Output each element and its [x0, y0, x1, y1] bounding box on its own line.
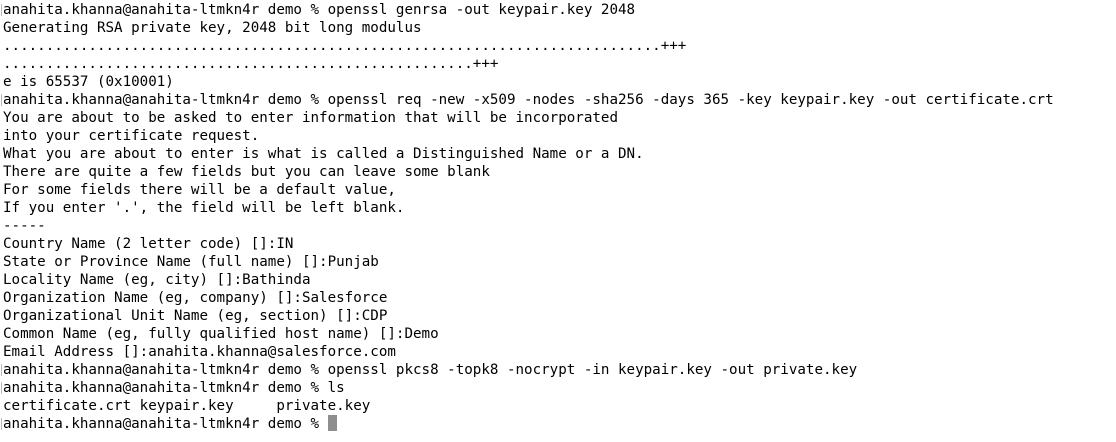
- terminal-output-line: into your certificate request.: [3, 128, 260, 144]
- terminal-output-line: State or Province Name (full name) []:Pu…: [3, 254, 379, 270]
- terminal-command-line: anahita.khanna@anahita-ltmkn4r demo % op…: [1, 1, 1116, 19]
- terminal-output-line: You are about to be asked to enter infor…: [3, 110, 618, 126]
- terminal-output-line: Locality Name (eg, city) []:Bathinda: [3, 272, 311, 288]
- terminal-output-line: Organization Name (eg, company) []:Sales…: [3, 290, 388, 306]
- terminal-command-line: anahita.khanna@anahita-ltmkn4r demo % op…: [1, 361, 1116, 379]
- terminal-output-line: certificate.crt keypair.key private.key: [3, 398, 371, 414]
- terminal-output-line: What you are about to enter is what is c…: [3, 146, 644, 162]
- terminal-current-prompt-line[interactable]: anahita.khanna@anahita-ltmkn4r demo %: [1, 415, 1116, 433]
- terminal-window[interactable]: anahita.khanna@anahita-ltmkn4r demo % op…: [0, 0, 1116, 442]
- terminal-output-line: Generating RSA private key, 2048 bit lon…: [3, 20, 422, 36]
- terminal-output-line: For some fields there will be a default …: [3, 182, 396, 198]
- terminal-output-line: e is 65537 (0x10001): [3, 74, 174, 90]
- terminal-output-line: Country Name (2 letter code) []:IN: [3, 236, 294, 252]
- terminal-output-line: ........................................…: [3, 38, 687, 54]
- terminal-output-line: There are quite a few fields but you can…: [3, 164, 490, 180]
- terminal-prompt: anahita.khanna@anahita-ltmkn4r demo %: [3, 416, 328, 432]
- terminal-output-line: Organizational Unit Name (eg, section) […: [3, 308, 388, 324]
- terminal-output-line: Email Address []:anahita.khanna@salesfor…: [3, 344, 396, 360]
- terminal-output-line: ........................................…: [3, 56, 499, 72]
- terminal-command-line: anahita.khanna@anahita-ltmkn4r demo % op…: [1, 91, 1116, 109]
- terminal-output-line: -----: [3, 218, 46, 234]
- text-cursor: [327, 415, 337, 431]
- terminal-output: anahita.khanna@anahita-ltmkn4r demo % op…: [1, 1, 1116, 415]
- terminal-command-line: anahita.khanna@anahita-ltmkn4r demo % ls: [1, 379, 1116, 397]
- terminal-output-line: Common Name (eg, fully qualified host na…: [3, 326, 439, 342]
- terminal-output-line: If you enter '.', the field will be left…: [3, 200, 405, 216]
